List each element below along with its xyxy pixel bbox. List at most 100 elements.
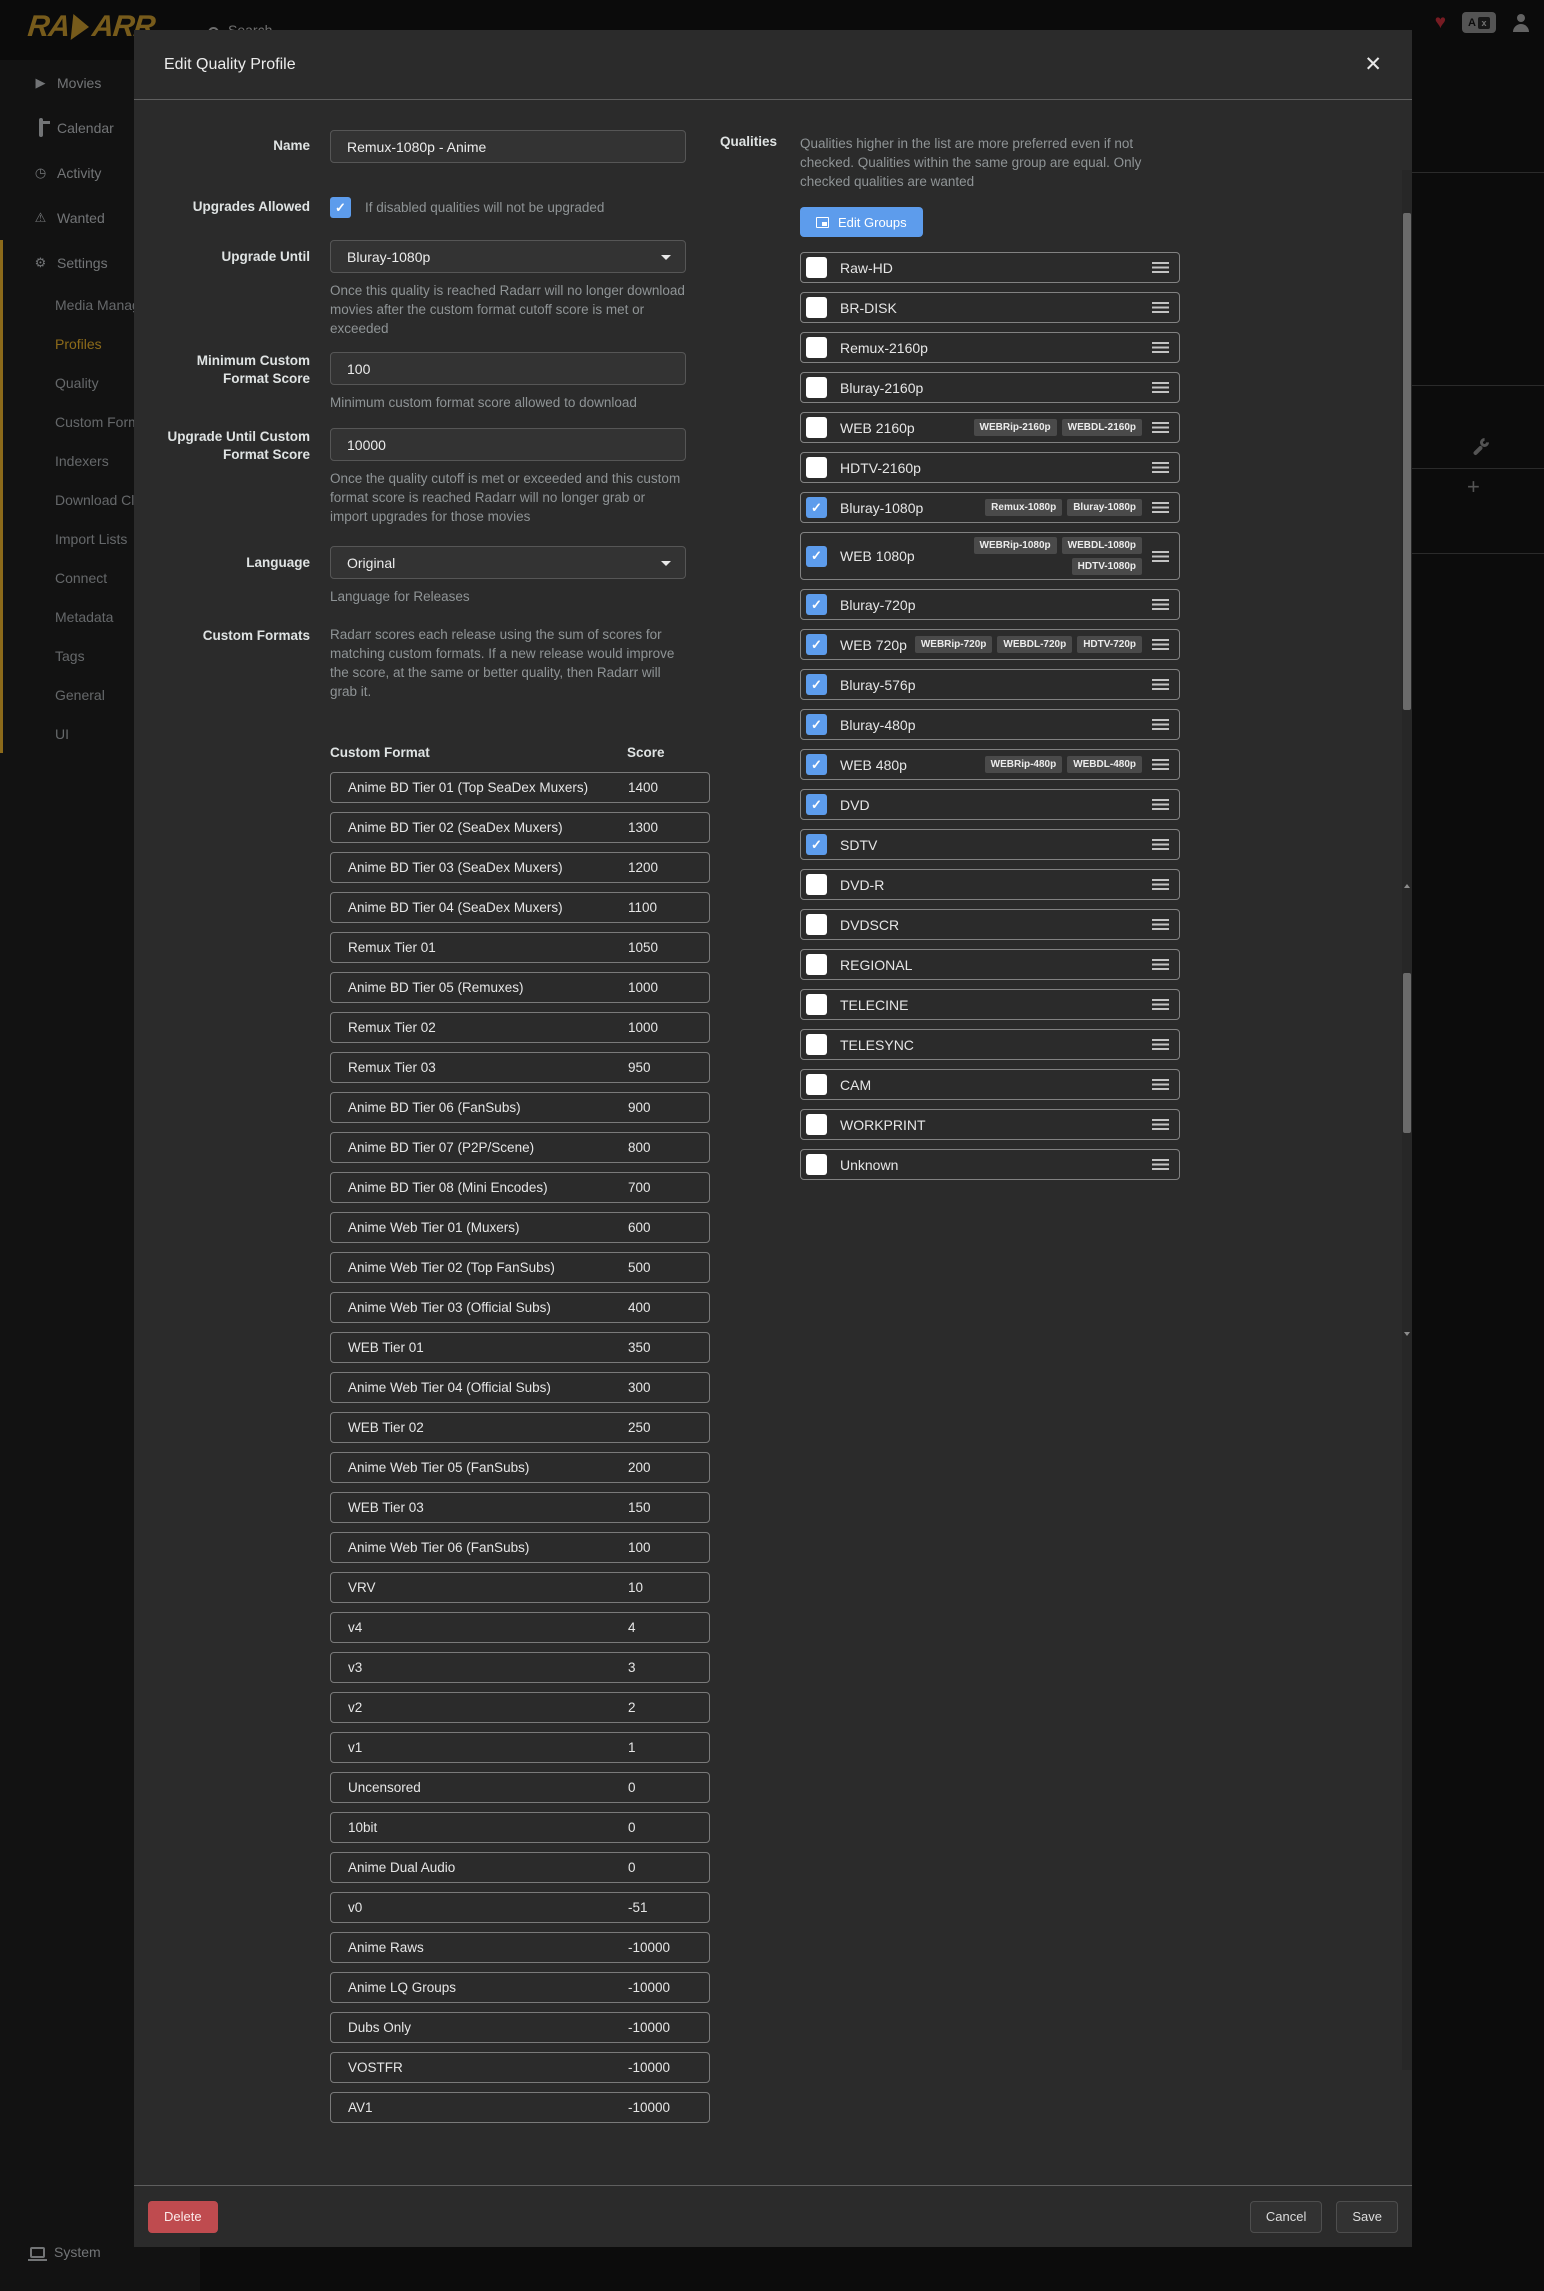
drag-handle-icon[interactable] [1152, 462, 1169, 473]
quality-row[interactable]: ✓ Bluray-480p [800, 709, 1180, 740]
drag-handle-icon[interactable] [1152, 759, 1169, 770]
quality-checkbox[interactable] [806, 874, 827, 895]
quality-row[interactable]: ✓ Bluray-576p [800, 669, 1180, 700]
drag-handle-icon[interactable] [1152, 879, 1169, 890]
drag-handle-icon[interactable] [1152, 422, 1169, 433]
custom-format-row[interactable]: Anime LQ Groups -10000 [330, 1972, 710, 2003]
quality-checkbox[interactable] [806, 1034, 827, 1055]
drag-handle-icon[interactable] [1152, 839, 1169, 850]
custom-format-row[interactable]: Remux Tier 02 1000 [330, 1012, 710, 1043]
custom-format-row[interactable]: Anime Web Tier 02 (Top FanSubs) 500 [330, 1252, 710, 1283]
quality-row[interactable]: ✓ DVD [800, 789, 1180, 820]
custom-format-row[interactable]: v1 1 [330, 1732, 710, 1763]
custom-format-row[interactable]: WEB Tier 03 150 [330, 1492, 710, 1523]
custom-format-row[interactable]: Anime Web Tier 03 (Official Subs) 400 [330, 1292, 710, 1323]
custom-format-row[interactable]: Uncensored 0 [330, 1772, 710, 1803]
drag-handle-icon[interactable] [1152, 1159, 1169, 1170]
quality-row[interactable]: DVD-R [800, 869, 1180, 900]
custom-format-row[interactable]: v3 3 [330, 1652, 710, 1683]
custom-format-row[interactable]: v4 4 [330, 1612, 710, 1643]
quality-checkbox[interactable] [806, 994, 827, 1015]
custom-format-row[interactable]: v0 -51 [330, 1892, 710, 1923]
quality-row[interactable]: REGIONAL [800, 949, 1180, 980]
until-format-score-input[interactable]: 10000 [330, 428, 686, 461]
custom-format-row[interactable]: Anime Dual Audio 0 [330, 1852, 710, 1883]
quality-row[interactable]: TELECINE [800, 989, 1180, 1020]
save-button[interactable]: Save [1336, 2201, 1398, 2233]
drag-handle-icon[interactable] [1152, 262, 1169, 273]
quality-row[interactable]: BR-DISK [800, 292, 1180, 323]
drag-handle-icon[interactable] [1152, 342, 1169, 353]
custom-format-row[interactable]: 10bit 0 [330, 1812, 710, 1843]
custom-format-row[interactable]: v2 2 [330, 1692, 710, 1723]
custom-format-row[interactable]: Remux Tier 01 1050 [330, 932, 710, 963]
drag-handle-icon[interactable] [1152, 639, 1169, 650]
quality-checkbox[interactable] [806, 457, 827, 478]
quality-row[interactable]: WEB 2160p WEBRip-2160pWEBDL-2160p [800, 412, 1180, 443]
scroll-down-icon[interactable] [1404, 1332, 1410, 1336]
quality-row[interactable]: HDTV-2160p [800, 452, 1180, 483]
quality-checkbox[interactable] [806, 1074, 827, 1095]
drag-handle-icon[interactable] [1152, 502, 1169, 513]
quality-row[interactable]: Raw-HD [800, 252, 1180, 283]
custom-format-row[interactable]: AV1 -10000 [330, 2092, 710, 2123]
custom-format-row[interactable]: Dubs Only -10000 [330, 2012, 710, 2043]
modal-scrollbar[interactable] [1402, 170, 1412, 2070]
custom-format-row[interactable]: Anime BD Tier 04 (SeaDex Muxers) 1100 [330, 892, 710, 923]
quality-checkbox[interactable]: ✓ [806, 546, 827, 567]
drag-handle-icon[interactable] [1152, 679, 1169, 690]
quality-checkbox[interactable] [806, 914, 827, 935]
drag-handle-icon[interactable] [1152, 1119, 1169, 1130]
drag-handle-icon[interactable] [1152, 1079, 1169, 1090]
quality-checkbox[interactable]: ✓ [806, 594, 827, 615]
quality-row[interactable]: ✓ Bluray-1080p Remux-1080pBluray-1080p [800, 492, 1180, 523]
quality-checkbox[interactable]: ✓ [806, 834, 827, 855]
quality-checkbox[interactable] [806, 1154, 827, 1175]
quality-row[interactable]: ✓ WEB 720p WEBRip-720pWEBDL-720pHDTV-720… [800, 629, 1180, 660]
name-input[interactable]: Remux-1080p - Anime [330, 130, 686, 163]
custom-format-row[interactable]: VRV 10 [330, 1572, 710, 1603]
quality-checkbox[interactable]: ✓ [806, 714, 827, 735]
drag-handle-icon[interactable] [1152, 599, 1169, 610]
custom-format-row[interactable]: Anime BD Tier 02 (SeaDex Muxers) 1300 [330, 812, 710, 843]
edit-groups-button[interactable]: Edit Groups [800, 207, 923, 237]
upgrade-until-select[interactable]: Bluray-1080p [330, 240, 686, 273]
quality-checkbox[interactable] [806, 297, 827, 318]
scrollbar-thumb[interactable] [1403, 213, 1411, 710]
drag-handle-icon[interactable] [1152, 919, 1169, 930]
custom-format-row[interactable]: Anime Web Tier 04 (Official Subs) 300 [330, 1372, 710, 1403]
quality-checkbox[interactable] [806, 337, 827, 358]
custom-format-row[interactable]: Anime Web Tier 01 (Muxers) 600 [330, 1212, 710, 1243]
custom-format-row[interactable]: Anime BD Tier 01 (Top SeaDex Muxers) 140… [330, 772, 710, 803]
cancel-button[interactable]: Cancel [1250, 2201, 1322, 2233]
drag-handle-icon[interactable] [1152, 382, 1169, 393]
custom-format-row[interactable]: Remux Tier 03 950 [330, 1052, 710, 1083]
quality-checkbox[interactable] [806, 954, 827, 975]
quality-checkbox[interactable]: ✓ [806, 754, 827, 775]
upgrades-allowed-checkbox[interactable]: ✓ [330, 197, 351, 218]
quality-row[interactable]: DVDSCR [800, 909, 1180, 940]
quality-checkbox[interactable] [806, 417, 827, 438]
custom-format-row[interactable]: Anime Web Tier 06 (FanSubs) 100 [330, 1532, 710, 1563]
quality-checkbox[interactable]: ✓ [806, 674, 827, 695]
custom-format-row[interactable]: Anime Raws -10000 [330, 1932, 710, 1963]
drag-handle-icon[interactable] [1152, 719, 1169, 730]
language-select[interactable]: Original [330, 546, 686, 579]
custom-format-row[interactable]: WEB Tier 01 350 [330, 1332, 710, 1363]
quality-row[interactable]: ✓ WEB 1080p WEBRip-1080pWEBDL-1080pHDTV-… [800, 532, 1180, 580]
delete-button[interactable]: Delete [148, 2201, 218, 2233]
quality-row[interactable]: ✓ SDTV [800, 829, 1180, 860]
quality-checkbox[interactable]: ✓ [806, 794, 827, 815]
drag-handle-icon[interactable] [1152, 551, 1169, 562]
quality-checkbox[interactable]: ✓ [806, 634, 827, 655]
custom-format-row[interactable]: Anime BD Tier 07 (P2P/Scene) 800 [330, 1132, 710, 1163]
custom-format-row[interactable]: Anime BD Tier 03 (SeaDex Muxers) 1200 [330, 852, 710, 883]
quality-row[interactable]: Remux-2160p [800, 332, 1180, 363]
quality-row[interactable]: ✓ Bluray-720p [800, 589, 1180, 620]
quality-row[interactable]: CAM [800, 1069, 1180, 1100]
custom-format-row[interactable]: Anime Web Tier 05 (FanSubs) 200 [330, 1452, 710, 1483]
quality-row[interactable]: WORKPRINT [800, 1109, 1180, 1140]
custom-format-row[interactable]: Anime BD Tier 06 (FanSubs) 900 [330, 1092, 710, 1123]
quality-row[interactable]: Unknown [800, 1149, 1180, 1180]
quality-checkbox[interactable] [806, 257, 827, 278]
